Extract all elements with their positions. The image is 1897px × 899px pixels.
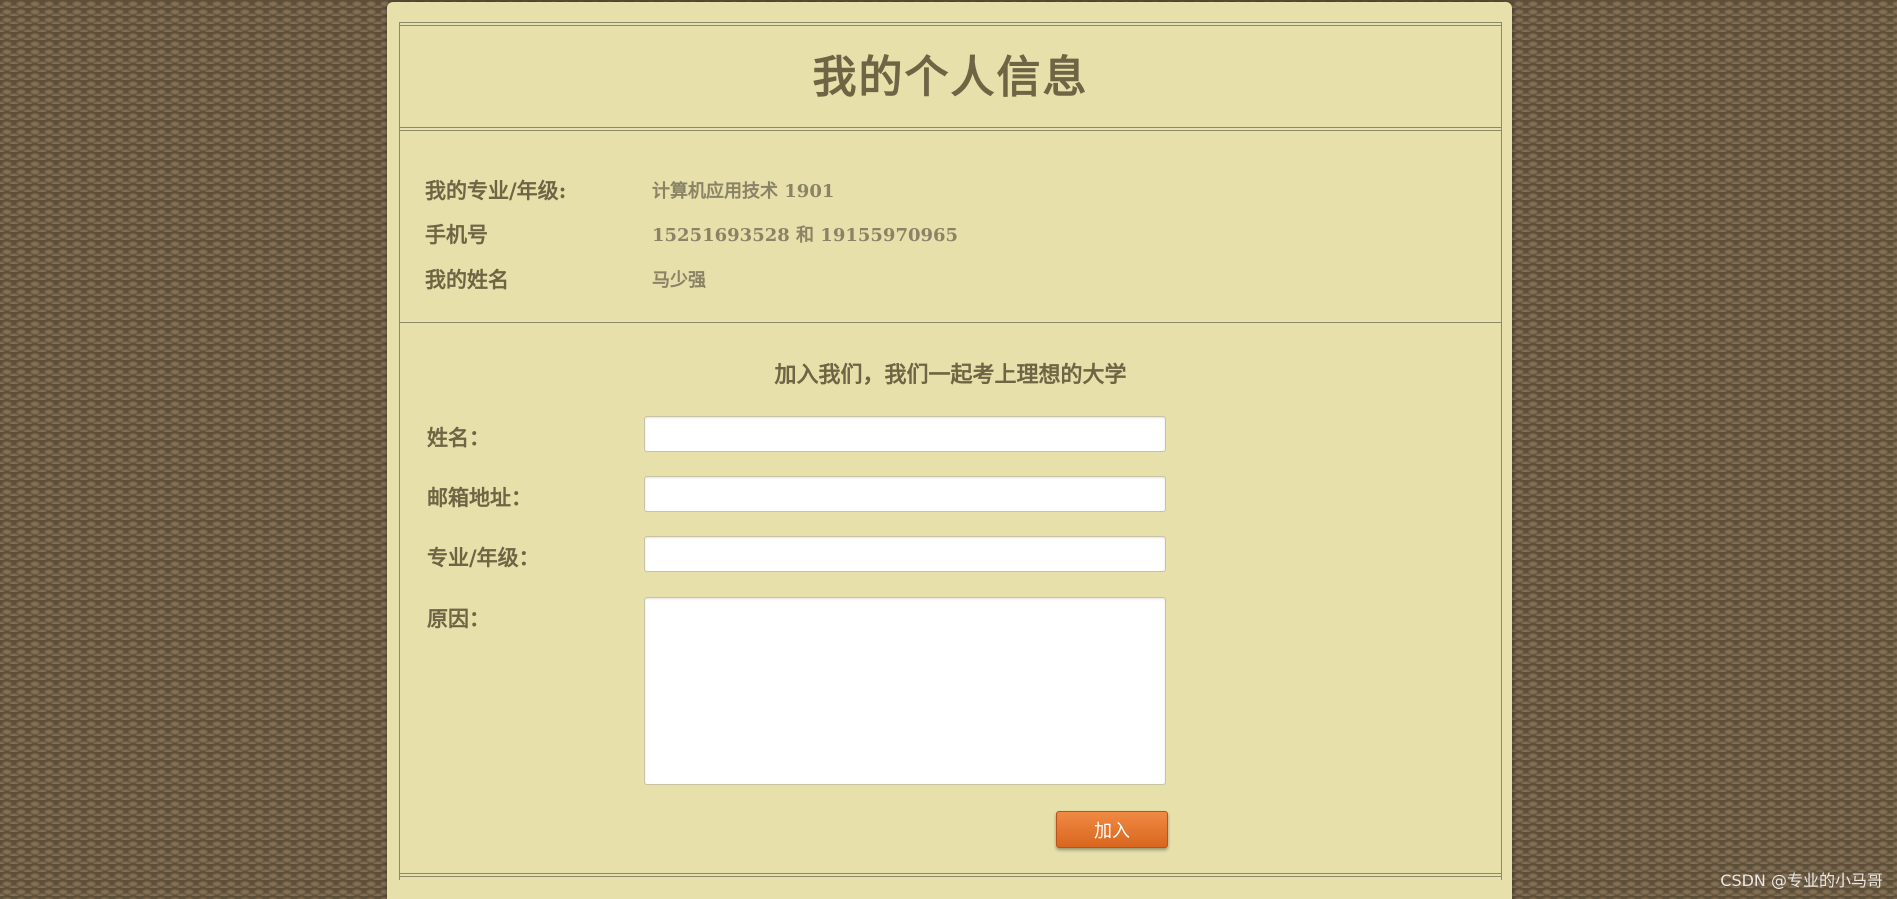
join-button[interactable]: 加入 xyxy=(1056,811,1168,848)
divider-top xyxy=(399,22,1502,26)
profile-value-major: 计算机应用技术 1901 xyxy=(652,181,835,202)
name-input[interactable] xyxy=(644,416,1166,452)
join-heading: 加入我们，我们一起考上理想的大学 xyxy=(774,362,1127,388)
major-label: 专业/年级： xyxy=(427,545,540,570)
profile-value-name: 马少强 xyxy=(652,270,706,291)
page-title: 我的个人信息 xyxy=(812,52,1089,103)
profile-row-major: 我的专业/年级: 计算机应用技术 1901 xyxy=(425,175,834,205)
name-label: 姓名： xyxy=(427,425,490,450)
email-label: 邮箱地址： xyxy=(427,485,532,510)
content-panel: 我的个人信息 我的专业/年级: 计算机应用技术 1901 手机号 1525169… xyxy=(387,2,1512,899)
reason-textarea[interactable] xyxy=(644,597,1166,785)
major-input[interactable] xyxy=(644,536,1166,572)
profile-label-name: 我的姓名 xyxy=(425,267,509,292)
profile-value-phone: 15251693528 和 19155970965 xyxy=(652,225,959,246)
profile-row-name: 我的姓名 马少强 xyxy=(425,264,706,294)
email-input[interactable] xyxy=(644,476,1166,512)
reason-label: 原因： xyxy=(427,606,490,631)
profile-label-phone: 手机号 xyxy=(425,222,488,247)
divider-title xyxy=(399,127,1502,131)
divider-bottom xyxy=(399,873,1502,877)
divider-profile xyxy=(399,322,1502,323)
profile-row-phone: 手机号 15251693528 和 19155970965 xyxy=(425,219,958,249)
csdn-watermark: CSDN @专业的小马哥 xyxy=(1720,871,1883,890)
profile-label-major: 我的专业/年级: xyxy=(425,178,567,203)
